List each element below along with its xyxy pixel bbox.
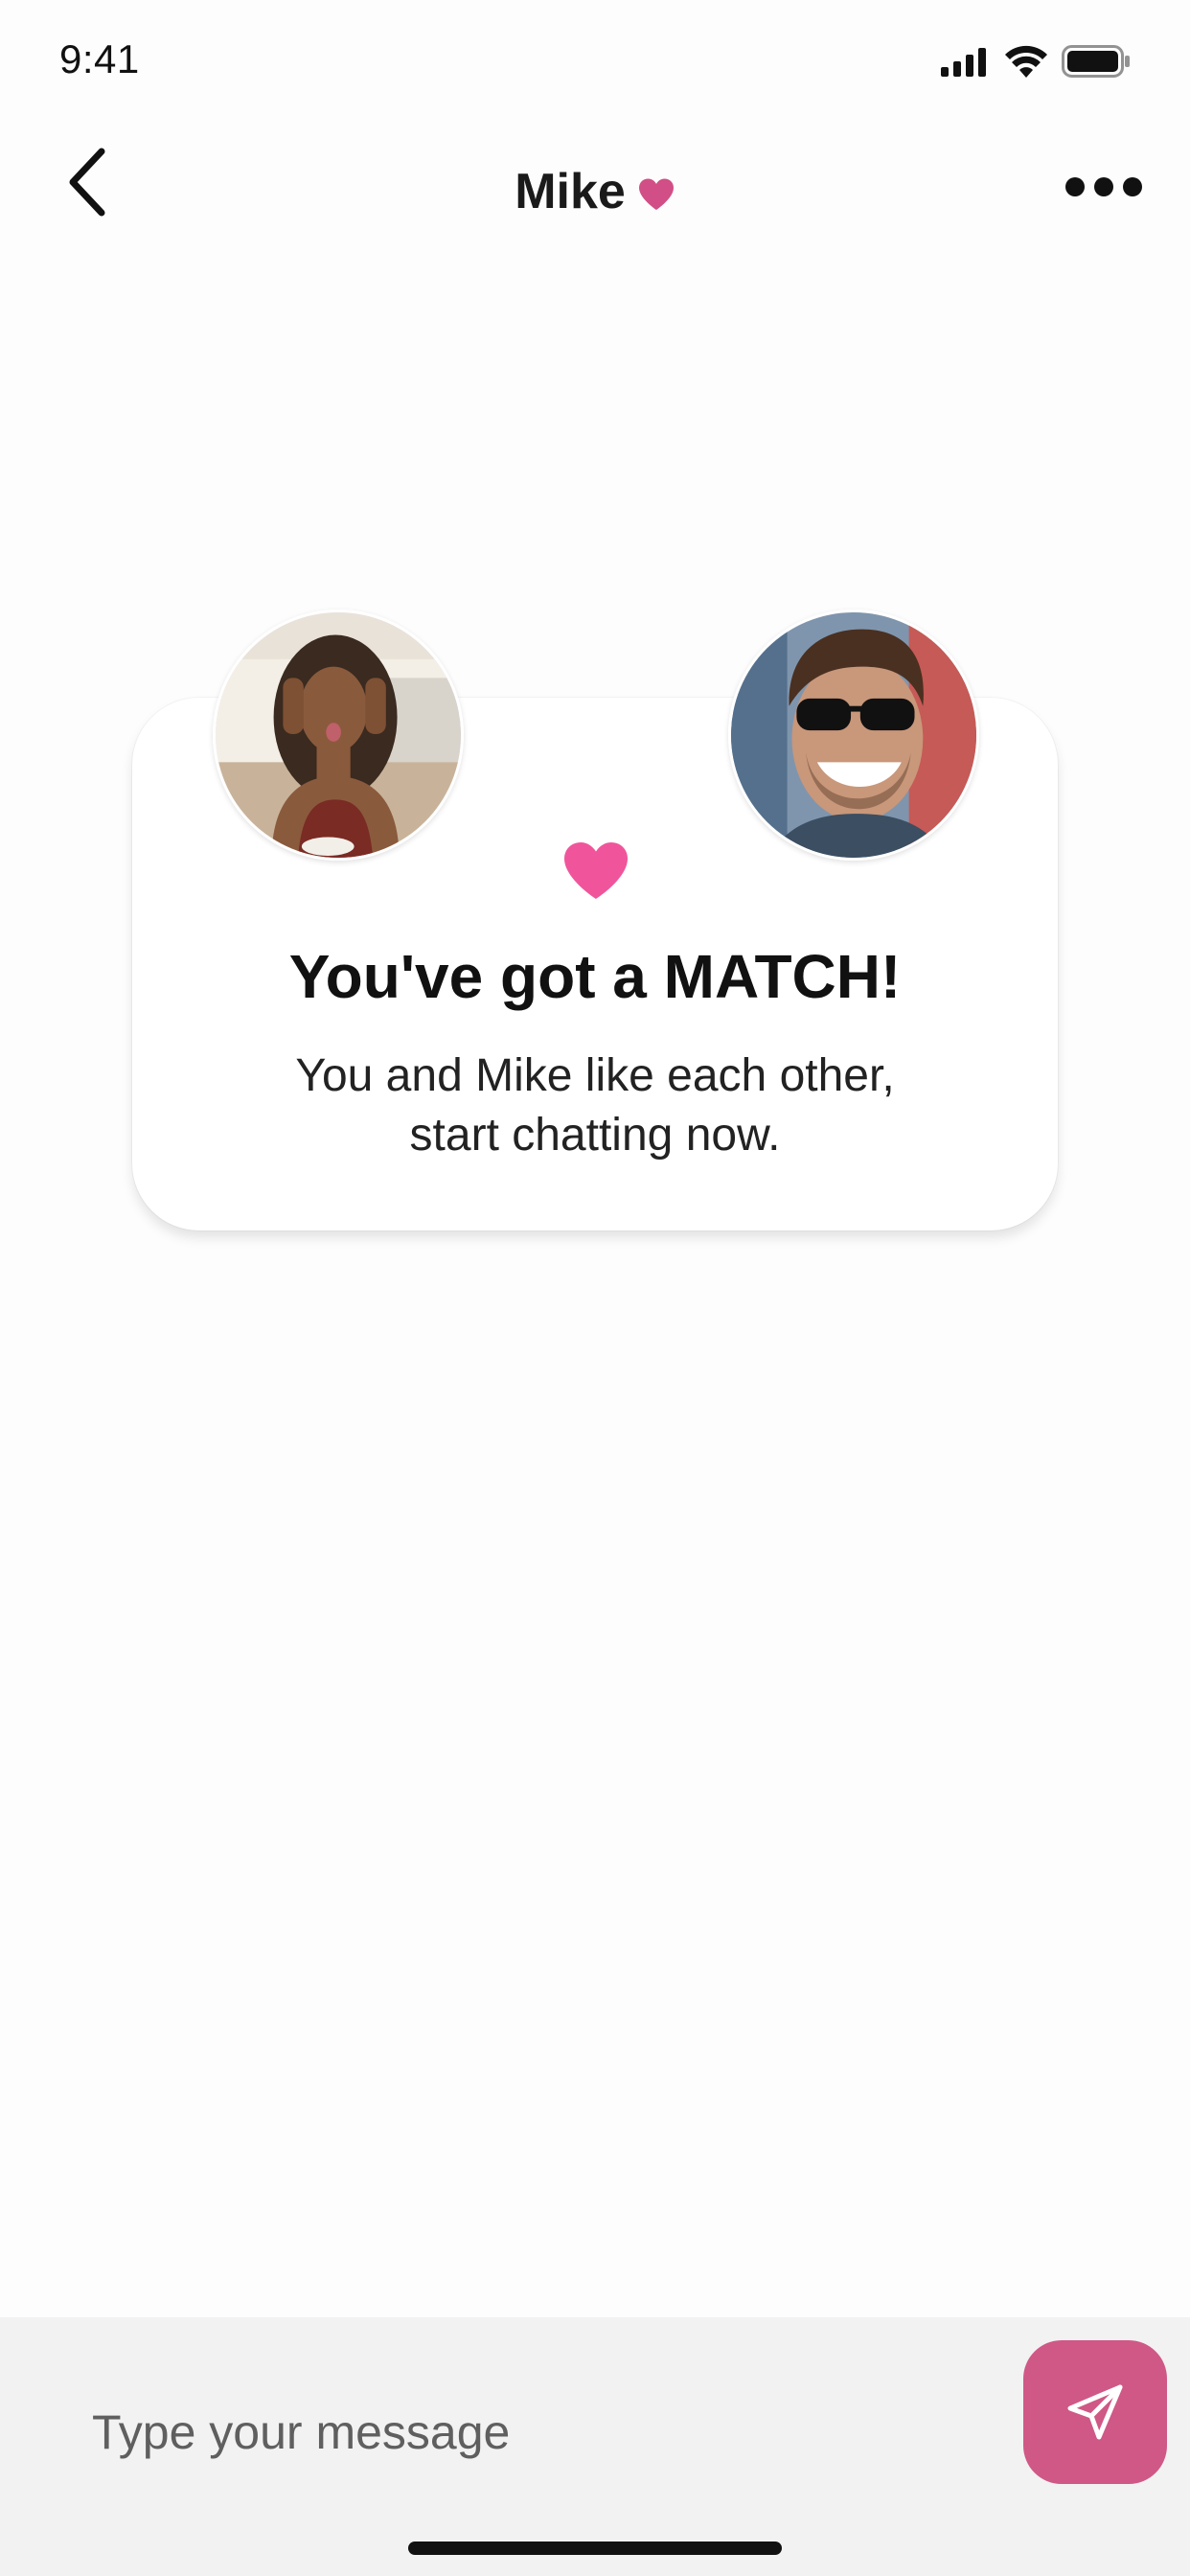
match-subtext-line-1: You and Mike like each other, (295, 1050, 895, 1101)
chat-screen: 9:41 Mike You've got a MATCH! You and Mi… (0, 0, 1190, 2576)
message-composer (0, 2317, 1190, 2576)
user-avatar (213, 610, 464, 861)
status-icons (941, 42, 1131, 80)
more-dot (1094, 177, 1113, 196)
send-icon (1067, 2384, 1123, 2440)
wifi-icon (1005, 45, 1047, 78)
status-time: 9:41 (59, 36, 140, 81)
match-avatar (728, 610, 979, 861)
status-bar: 9:41 (0, 0, 1190, 125)
heart-icon (564, 842, 628, 899)
more-dot (1123, 177, 1142, 196)
user-avatar-image (216, 612, 461, 858)
page-title: Mike (515, 164, 626, 219)
nav-bar: Mike (0, 125, 1190, 249)
send-button[interactable] (1023, 2340, 1167, 2484)
more-options-button[interactable] (1056, 163, 1152, 211)
home-indicator (408, 2542, 782, 2555)
match-subtext-line-2: start chatting now. (409, 1110, 781, 1161)
battery-icon (1062, 45, 1130, 78)
heart-icon (638, 178, 674, 210)
more-horizontal-icon (1065, 177, 1085, 196)
match-avatar-image (731, 612, 976, 858)
match-headline: You've got a MATCH! (288, 942, 902, 1011)
message-input[interactable] (92, 2384, 954, 2480)
nav-title-group: Mike (0, 163, 1190, 220)
signal-icon (941, 48, 986, 77)
match-subtext: You and Mike like each other, start chat… (172, 1046, 1018, 1165)
